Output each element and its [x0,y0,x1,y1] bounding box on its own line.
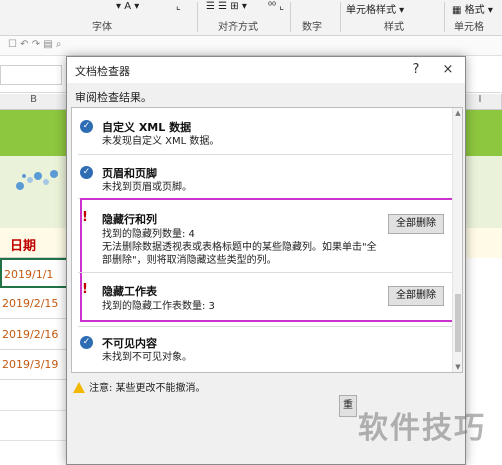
item-title: 自定义 XML 数据 [102,121,192,134]
cells-group-label: 单元格 [454,22,484,33]
scroll-down-icon[interactable]: ▼ [453,362,462,372]
indent-icon[interactable]: ☰ ☰ ⊞ ▾ [206,1,247,12]
item-note: 无法删除数据透视表或表格标题中的某些隐藏列。如果单击"全部删除"，则将取消隐藏这… [102,242,377,266]
ribbon: ▾ A ▾ ⌞ ☰ ☰ ⊞ ▾ ⁰⁰ ⌞ 单元格样式 ▾ ▦ 格式 ▾ 字体 对… [0,0,502,36]
date-cell[interactable]: 2019/3/19 [0,350,68,380]
styles-group-label: 样式 [384,22,404,33]
footer-note: 注意: 某些更改不能撤消。 [73,379,206,394]
ribbon-divider [290,2,291,32]
dialog-title: 文档检查器 [75,65,130,78]
bubbles-icon [16,170,58,190]
number-format-icon[interactable]: ⁰⁰ ⌞ [268,1,284,12]
help-button[interactable]: ? [407,61,425,79]
cell-style-label: 单元格样式 [346,5,396,16]
remove-all-button[interactable]: 全部删除 [388,214,444,234]
column-header-b[interactable]: B [0,94,68,110]
quick-access-toolbar: ☐ ↶ ↷ ▤ ⌕ [0,36,502,56]
scroll-thumb[interactable] [455,294,461,352]
item-desc: 未找到不可见对象。 [102,352,192,363]
scroll-up-icon[interactable]: ▲ [453,108,462,118]
item-desc: 未发现自定义 XML 数据。 [102,136,220,147]
footer-note-text: 注意: 某些更改不能撤消。 [89,383,206,394]
watermark: 软件技巧 [358,411,486,446]
grid-line [0,410,68,411]
date-header-cell[interactable]: 日期 [0,228,68,258]
reinspect-button[interactable]: 重 [339,395,357,417]
cell-style-button[interactable]: 单元格样式 ▾ [346,1,404,16]
check-icon: ✓ [80,336,93,349]
item-title: 隐藏行和列 [102,213,157,226]
divider [78,272,452,273]
remove-all-button[interactable]: 全部删除 [388,286,444,306]
warning-triangle-icon [73,382,85,393]
dialog-subtitle: 审阅检查结果。 [75,91,152,104]
item-desc: 未找到页眉或页脚。 [102,182,192,193]
font-group-label: 字体 [92,22,112,33]
divider [78,326,452,327]
item-title: 页眉和页脚 [102,167,157,180]
warning-icon: ! [82,210,88,225]
date-cell[interactable]: 2019/2/16 [0,320,68,350]
warning-icon: ! [82,282,88,297]
number-group-label: 数字 [302,22,322,33]
align-group-label: 对齐方式 [218,22,258,33]
font-color-icon[interactable]: ▾ A ▾ [116,1,139,12]
format-label: 格式 [464,5,485,16]
close-button[interactable]: × [439,61,457,79]
results-list[interactable]: ✓ 自定义 XML 数据 未发现自定义 XML 数据。 ✓ 页眉和页脚 未找到页… [71,107,463,373]
format-button[interactable]: ▦ 格式 ▾ [452,1,493,16]
toolbar-icons[interactable]: ☐ ↶ ↷ ▤ ⌕ [8,39,62,50]
check-icon: ✓ [80,166,93,179]
ribbon-divider [340,2,341,32]
title-band [0,110,68,156]
launcher-icon[interactable]: ⌞ [176,1,181,12]
date-cell[interactable]: 2019/2/15 [0,289,68,319]
item-title: 不可见内容 [102,337,157,350]
grid-line [0,440,68,441]
check-icon: ✓ [80,120,93,133]
ribbon-divider [197,2,198,32]
item-desc: 找到的隐藏工作表数量: 3 [102,301,215,312]
dialog-titlebar[interactable]: 文档检查器 ? × [67,57,465,83]
name-box[interactable] [0,65,62,85]
item-title: 隐藏工作表 [102,285,157,298]
decor-band [0,156,68,228]
item-desc: 找到的隐藏列数量: 4 [102,229,195,240]
scrollbar[interactable]: ▲ ▼ [452,108,462,372]
date-cell[interactable]: 2019/1/1 [0,258,68,288]
date-header: 日期 [10,239,37,254]
ribbon-divider [444,2,445,32]
divider [78,154,452,155]
